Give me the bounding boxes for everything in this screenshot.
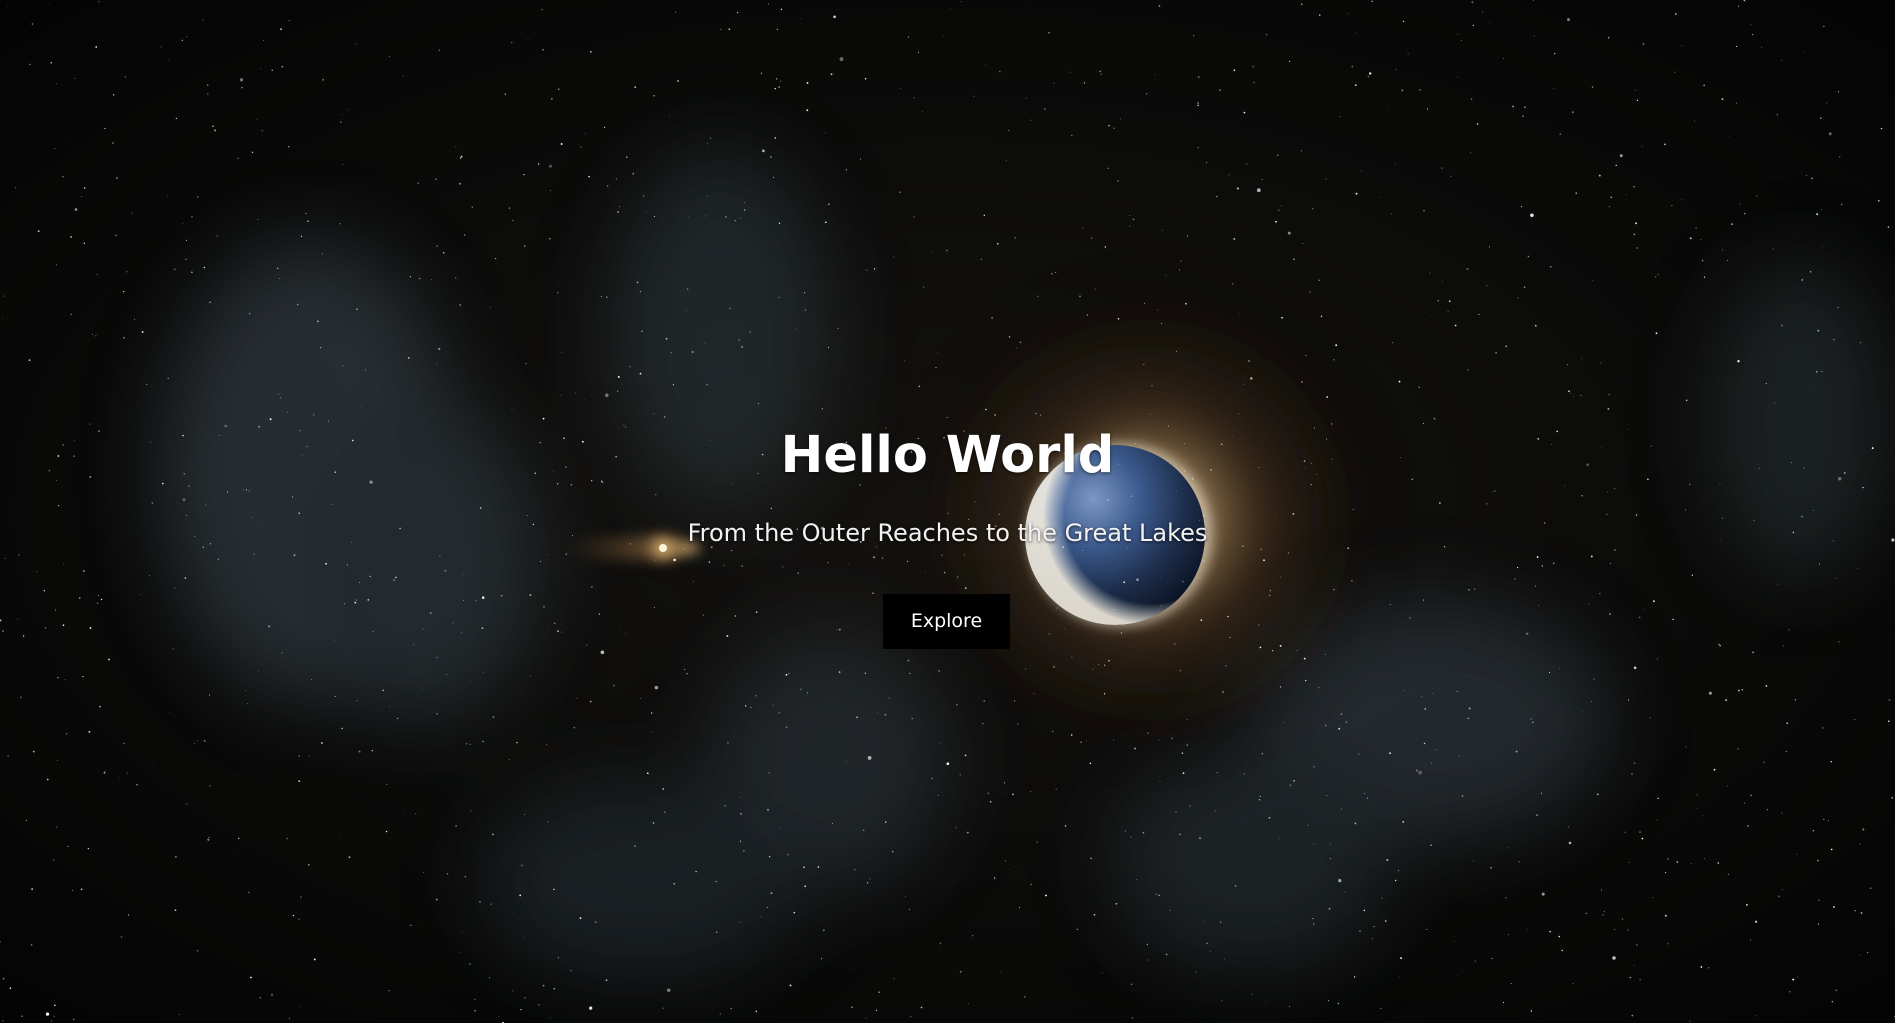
hero-content: Hello World From the Outer Reaches to th…: [0, 0, 1895, 1023]
explore-button[interactable]: Explore: [883, 594, 1010, 649]
hero-title: Hello World: [780, 426, 1115, 485]
hero-section: Hello World From the Outer Reaches to th…: [0, 0, 1895, 1023]
hero-subtitle: From the Outer Reaches to the Great Lake…: [687, 519, 1208, 547]
